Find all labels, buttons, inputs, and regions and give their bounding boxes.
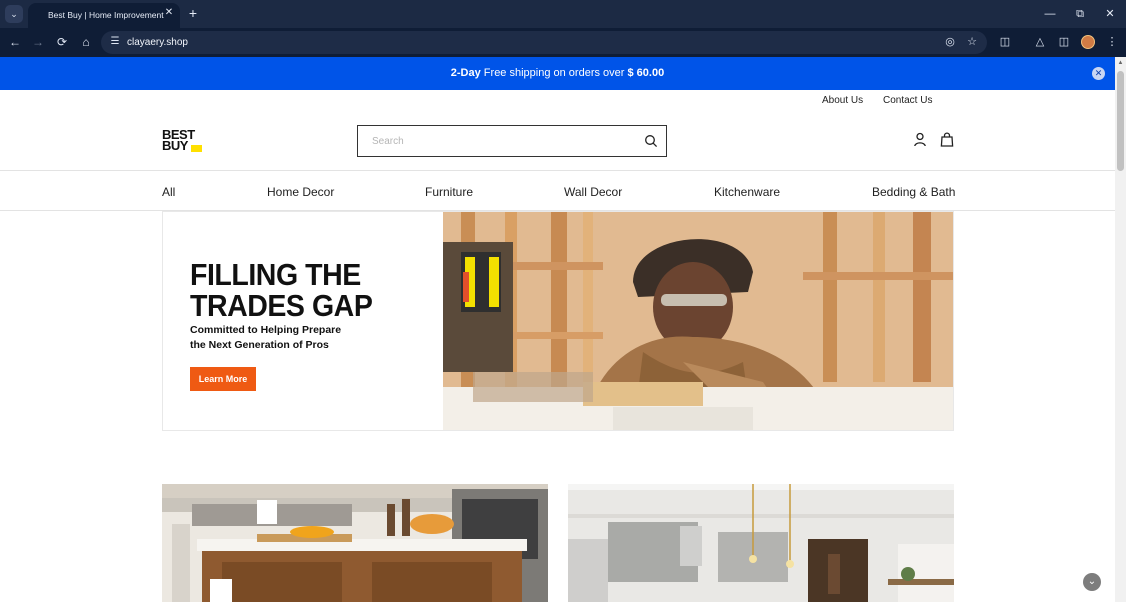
forward-icon[interactable]: → <box>30 34 46 50</box>
flask-icon[interactable]: △ <box>1032 34 1048 50</box>
search-input[interactable] <box>372 132 632 150</box>
extensions-icon[interactable]: ◫ <box>997 34 1013 50</box>
url-text[interactable]: clayaery.shop <box>127 31 188 54</box>
modern-kitchen-image[interactable] <box>568 484 954 602</box>
home-icon[interactable]: ⌂ <box>78 34 94 50</box>
hero-banner[interactable]: FILLING THE TRADES GAP Committed to Help… <box>162 211 954 431</box>
about-us-link[interactable]: About Us <box>822 95 863 106</box>
chevron-down-icon[interactable]: ⌄ <box>5 5 23 23</box>
shopping-bag-icon[interactable] <box>940 132 954 147</box>
best-buy-logo[interactable]: BEST BUY <box>162 128 204 155</box>
tab-close-icon[interactable]: ✕ <box>163 7 175 19</box>
site-info-icon[interactable]: ☰ <box>109 36 121 48</box>
promo-amount: $ 60.00 <box>627 67 665 79</box>
hero-photo <box>443 212 953 430</box>
back-icon[interactable]: ← <box>7 34 23 50</box>
header-divider <box>0 170 1115 171</box>
logo-line2: BUY <box>162 138 188 153</box>
contact-us-link[interactable]: Contact Us <box>883 95 932 106</box>
hero-subtitle: Committed to Helping Prepare the Next Ge… <box>190 323 380 353</box>
promo-highlight: 2-Day <box>450 67 481 79</box>
hero-title: FILLING THE TRADES GAP <box>190 257 373 323</box>
window-close-icon[interactable]: ✕ <box>1102 6 1118 22</box>
scroll-up-icon[interactable]: ▲ <box>1117 59 1124 67</box>
profile-avatar[interactable] <box>1081 35 1095 49</box>
minimize-icon[interactable]: — <box>1042 6 1058 22</box>
nav-wall-decor[interactable]: Wall Decor <box>564 185 622 199</box>
kebab-menu-icon[interactable]: ⋮ <box>1104 34 1120 50</box>
nav-bedding-bath[interactable]: Bedding & Bath <box>872 185 955 199</box>
promo-text: Free shipping on orders over <box>480 67 628 79</box>
nav-kitchenware[interactable]: Kitchenware <box>714 185 780 199</box>
page-viewport: 2-Day Free shipping on orders over $ 60.… <box>0 57 1115 602</box>
logo-yellow-tag <box>191 145 202 152</box>
scrollbar[interactable]: ▲ <box>1115 57 1126 602</box>
new-tab-icon[interactable]: + <box>186 5 200 21</box>
promo-close-icon[interactable]: ✕ <box>1092 67 1105 80</box>
tab-strip: ⌄ Best Buy | Home Improvement ✕ + — ⧉ ✕ <box>0 0 1126 28</box>
eye-off-icon[interactable]: ◎ <box>943 35 957 49</box>
browser-toolbar: ← → ⟳ ⌂ ☰ clayaery.shop ◎ ☆ ◫ △ ◫ ⋮ <box>0 28 1126 57</box>
nav-furniture[interactable]: Furniture <box>425 185 473 199</box>
user-icon[interactable] <box>913 132 927 147</box>
search-box <box>357 125 667 157</box>
side-panel-icon[interactable]: ◫ <box>1056 34 1072 50</box>
learn-more-button[interactable]: Learn More <box>190 367 256 391</box>
search-icon[interactable] <box>644 134 658 148</box>
kitchen-island-image[interactable] <box>162 484 548 602</box>
address-bar[interactable]: ☰ clayaery.shop ◎ ☆ <box>101 31 987 54</box>
hero-subtitle-line2: the Next Generation of Pros <box>190 339 329 351</box>
hero-title-line1: FILLING THE <box>190 257 361 292</box>
hero-subtitle-line1: Committed to Helping Prepare <box>190 324 342 336</box>
restore-icon[interactable]: ⧉ <box>1072 6 1088 22</box>
tab-title: Best Buy | Home Improvement <box>48 10 164 20</box>
nav-all[interactable]: All <box>162 185 175 199</box>
scroll-thumb[interactable] <box>1117 71 1124 171</box>
scroll-down-icon[interactable]: ⌄ <box>1083 573 1101 591</box>
promo-banner: 2-Day Free shipping on orders over $ 60.… <box>0 57 1115 90</box>
nav-home-decor[interactable]: Home Decor <box>267 185 334 199</box>
hero-title-line2: TRADES GAP <box>190 288 373 323</box>
reload-icon[interactable]: ⟳ <box>54 34 70 50</box>
bookmark-star-icon[interactable]: ☆ <box>965 35 979 49</box>
browser-tab[interactable]: Best Buy | Home Improvement <box>28 3 180 28</box>
